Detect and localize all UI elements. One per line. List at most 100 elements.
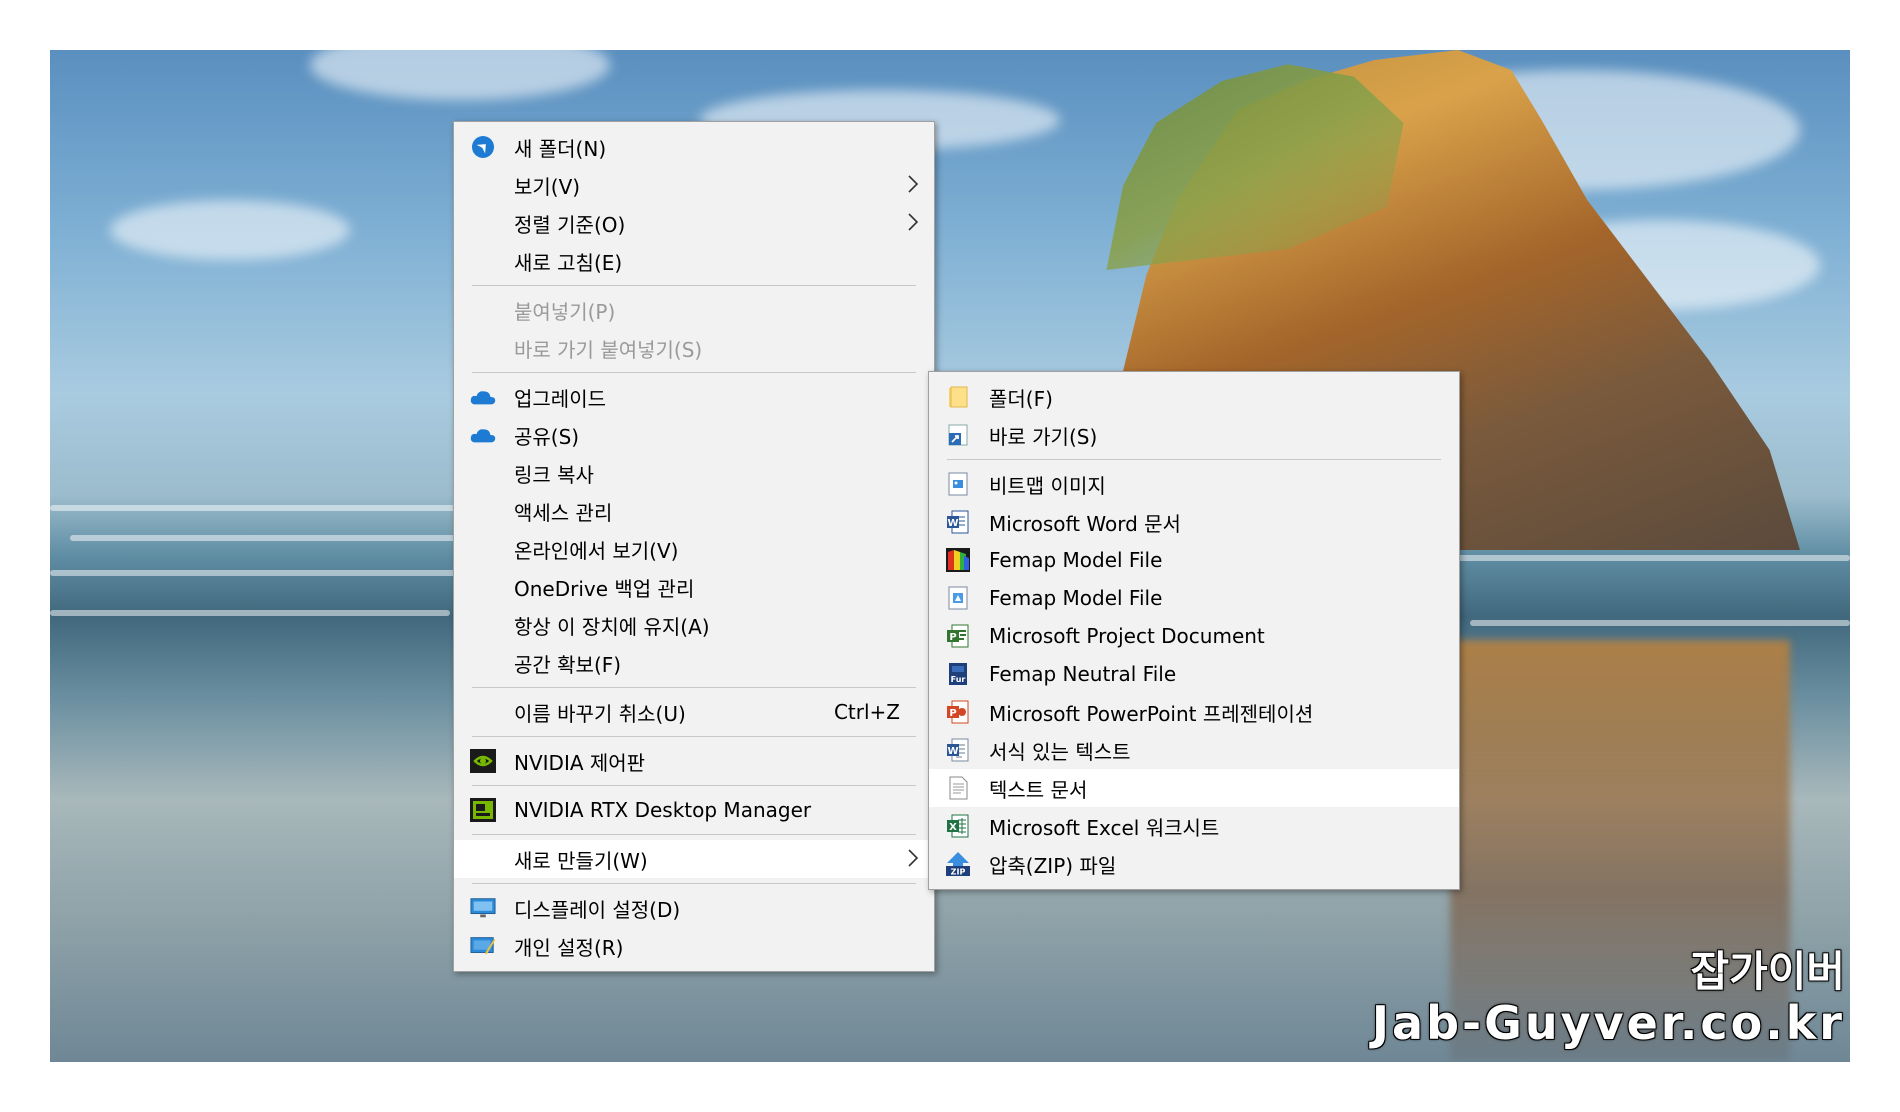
svg-text:Fur: Fur — [951, 675, 966, 684]
chevron-right-icon — [908, 175, 919, 193]
submenu-item-femap-model-2[interactable]: Femap Model File — [929, 579, 1459, 617]
wave — [70, 535, 460, 541]
menu-item-display-settings[interactable]: 디스플레이 설정(D) — [454, 889, 934, 927]
menu-item-label: 공유(S) — [514, 424, 580, 449]
menu-separator — [472, 736, 916, 737]
menu-item-label: 새로 고침(E) — [514, 250, 623, 275]
cloud — [310, 50, 610, 100]
chevron-right-icon — [908, 849, 919, 867]
femap-neutral-icon: Fur — [945, 662, 971, 686]
femap-color-icon — [945, 548, 971, 572]
menu-item-nvidia-control-panel[interactable]: NVIDIA 제어판 — [454, 742, 934, 780]
svg-text:P: P — [949, 708, 956, 719]
personalize-icon — [470, 934, 496, 958]
menu-separator — [472, 285, 916, 286]
rtf-icon: W — [945, 738, 971, 762]
svg-text:W: W — [947, 518, 958, 529]
submenu-item-powerpoint[interactable]: P Microsoft PowerPoint 프레젠테이션 — [929, 693, 1459, 731]
submenu-item-label: 폴더(F) — [989, 386, 1053, 411]
shortcut-icon — [945, 423, 971, 447]
submenu-item-zip[interactable]: ZIP 압축(ZIP) 파일 — [929, 845, 1459, 883]
menu-item-copy-link[interactable]: 링크 복사 — [454, 454, 934, 492]
menu-item-view-online[interactable]: 온라인에서 보기(V) — [454, 530, 934, 568]
menu-item-label: 개인 설정(R) — [514, 935, 624, 960]
shortcut-text: Ctrl+Z — [833, 700, 900, 724]
submenu-item-label: 바로 가기(S) — [989, 424, 1098, 449]
menu-item-label: 새 폴더(N) — [514, 136, 607, 161]
nvidia-icon — [470, 749, 496, 773]
menu-item-label: 붙여넣기(P) — [514, 299, 616, 324]
wave — [1470, 620, 1850, 626]
menu-item-label: 디스플레이 설정(D) — [514, 897, 681, 922]
wave — [50, 570, 470, 576]
submenu-item-shortcut[interactable]: 바로 가기(S) — [929, 416, 1459, 454]
menu-item-label: 보기(V) — [514, 174, 581, 199]
menu-item-share[interactable]: 공유(S) — [454, 416, 934, 454]
menu-separator — [472, 372, 916, 373]
menu-item-always-keep[interactable]: 항상 이 장치에 유지(A) — [454, 606, 934, 644]
menu-item-undo-rename[interactable]: 이름 바꾸기 취소(U) Ctrl+Z — [454, 693, 934, 731]
menu-item-manage-access[interactable]: 액세스 관리 — [454, 492, 934, 530]
submenu-item-label: Microsoft Project Document — [989, 624, 1265, 648]
wave — [50, 610, 450, 616]
menu-item-label: 링크 복사 — [514, 462, 594, 487]
excel-icon: X — [945, 814, 971, 838]
menu-item-upgrade[interactable]: 업그레이드 — [454, 378, 934, 416]
bitmap-icon — [945, 472, 971, 496]
project-icon: P — [945, 624, 971, 648]
submenu-item-label: 비트맵 이미지 — [989, 473, 1106, 498]
svg-text:ZIP: ZIP — [951, 868, 966, 877]
submenu-item-label: 압축(ZIP) 파일 — [989, 853, 1117, 878]
menu-item-label: 업그레이드 — [514, 386, 606, 411]
submenu-item-femap-model-1[interactable]: Femap Model File — [929, 541, 1459, 579]
menu-item-paste-shortcut: 바로 가기 붙여넣기(S) — [454, 329, 934, 367]
submenu-item-femap-neutral[interactable]: Fur Femap Neutral File — [929, 655, 1459, 693]
onedrive-cloud-icon — [470, 423, 496, 447]
menu-item-label: 새로 만들기(W) — [514, 848, 648, 873]
menu-separator — [472, 883, 916, 884]
menu-separator — [947, 459, 1441, 460]
menu-item-free-up-space[interactable]: 공간 확보(F) — [454, 644, 934, 682]
menu-item-label: 이름 바꾸기 취소(U) — [514, 701, 686, 726]
cloud — [110, 200, 350, 260]
submenu-item-label: Femap Model File — [989, 586, 1163, 610]
submenu-item-label: Femap Neutral File — [989, 662, 1177, 686]
submenu-item-excel[interactable]: X Microsoft Excel 워크시트 — [929, 807, 1459, 845]
menu-item-label: NVIDIA RTX Desktop Manager — [514, 798, 812, 822]
menu-item-new-folder[interactable]: 새 폴더(N) — [454, 128, 934, 166]
menu-item-label: 온라인에서 보기(V) — [514, 538, 679, 563]
submenu-item-text-document[interactable]: 텍스트 문서 — [929, 769, 1459, 807]
menu-item-personalize[interactable]: 개인 설정(R) — [454, 927, 934, 965]
submenu-item-project[interactable]: P Microsoft Project Document — [929, 617, 1459, 655]
submenu-item-bitmap[interactable]: 비트맵 이미지 — [929, 465, 1459, 503]
menu-item-new[interactable]: 새로 만들기(W) — [454, 840, 934, 878]
nvidia-rtx-icon — [470, 798, 496, 822]
svg-text:X: X — [949, 822, 957, 833]
site-watermark: 잡가이버 Jab-Guyver.co.kr — [1372, 948, 1845, 1051]
desktop-context-menu: 새 폴더(N) 보기(V) 정렬 기준(O) 새로 고침(E) 붙여넣기(P) … — [453, 121, 935, 972]
menu-item-onedrive-backup[interactable]: OneDrive 백업 관리 — [454, 568, 934, 606]
menu-item-label: 공간 확보(F) — [514, 652, 622, 677]
menu-item-view[interactable]: 보기(V) — [454, 166, 934, 204]
menu-item-nvidia-rtx-desktop-manager[interactable]: NVIDIA RTX Desktop Manager — [454, 791, 934, 829]
submenu-item-label: Microsoft PowerPoint 프레젠테이션 — [989, 701, 1314, 726]
chevron-right-icon — [908, 213, 919, 231]
text-doc-icon — [945, 776, 971, 800]
menu-separator — [472, 687, 916, 688]
menu-item-label: NVIDIA 제어판 — [514, 750, 646, 775]
display-icon — [470, 896, 496, 920]
word-icon: W — [945, 510, 971, 534]
submenu-item-label: Microsoft Excel 워크시트 — [989, 815, 1220, 840]
svg-text:W: W — [947, 746, 958, 757]
zip-icon: ZIP — [945, 852, 971, 877]
submenu-item-folder[interactable]: 폴더(F) — [929, 378, 1459, 416]
submenu-item-label: 텍스트 문서 — [989, 777, 1088, 802]
submenu-item-label: 서식 있는 텍스트 — [989, 739, 1131, 764]
menu-item-label: 액세스 관리 — [514, 500, 613, 525]
menu-item-sort-by[interactable]: 정렬 기준(O) — [454, 204, 934, 242]
menu-item-label: 정렬 기준(O) — [514, 212, 626, 237]
folder-icon — [945, 385, 971, 409]
menu-item-refresh[interactable]: 새로 고침(E) — [454, 242, 934, 280]
submenu-item-word[interactable]: W Microsoft Word 문서 — [929, 503, 1459, 541]
submenu-item-rich-text[interactable]: W 서식 있는 텍스트 — [929, 731, 1459, 769]
